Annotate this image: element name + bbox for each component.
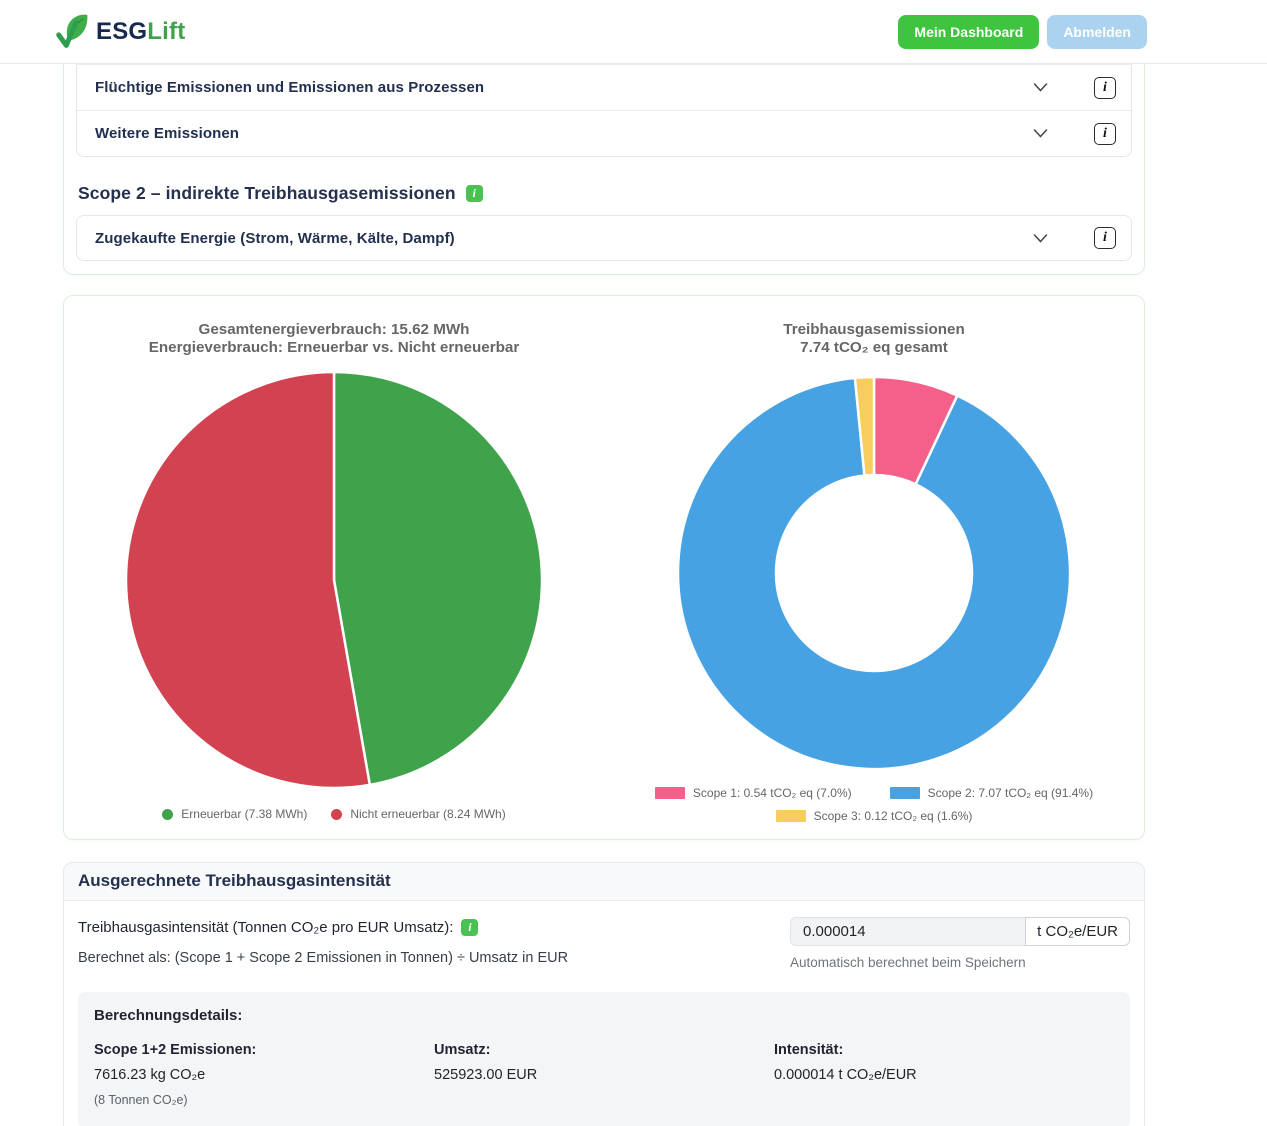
details-col-intensitaet: Intensität: 0.000014 t CO₂e/EUR bbox=[774, 1042, 1114, 1107]
details-title: Berechnungsdetails: bbox=[94, 1007, 1114, 1024]
legend-label: Scope 3: 0.12 tCO₂ eq (1.6%) bbox=[814, 809, 973, 823]
abmelden-button[interactable]: Abmelden bbox=[1047, 15, 1147, 49]
intensity-right: t CO₂e/EUR Automatisch berechnet beim Sp… bbox=[790, 917, 1130, 970]
legend-marker-pink bbox=[655, 787, 685, 799]
intensity-unit-addon: t CO₂e/EUR bbox=[1025, 917, 1130, 946]
info-icon[interactable]: i bbox=[1094, 227, 1116, 249]
accordion-label: Weitere Emissionen bbox=[95, 125, 1033, 142]
scope1-accordion-group: Flüchtige Emissionen und Emissionen aus … bbox=[76, 64, 1132, 157]
details-col-emissions: Scope 1+2 Emissionen: 7616.23 kg CO₂e (8… bbox=[94, 1042, 434, 1107]
legend-marker-red bbox=[331, 809, 342, 820]
intensity-value-input[interactable] bbox=[790, 917, 1025, 946]
intensity-auto-note: Automatisch berechnet beim Speichern bbox=[790, 955, 1130, 970]
scope2-heading-row: Scope 2 – indirekte Treibhausgasemission… bbox=[78, 183, 1130, 204]
chevron-down-icon bbox=[1033, 234, 1048, 243]
accordion-zugekaufte-energie[interactable]: Zugekaufte Energie (Strom, Wärme, Kälte,… bbox=[77, 216, 1131, 260]
intensity-label-row: Treibhausgasintensität (Tonnen CO₂e pro … bbox=[78, 919, 568, 936]
details-label: Intensität: bbox=[774, 1042, 1114, 1058]
header-buttons: Mein Dashboard Abmelden bbox=[898, 15, 1147, 49]
intensity-body: Treibhausgasintensität (Tonnen CO₂e pro … bbox=[64, 901, 1144, 1126]
intensity-left: Treibhausgasintensität (Tonnen CO₂e pro … bbox=[78, 917, 568, 966]
leaf-check-icon bbox=[52, 11, 94, 53]
info-badge-icon[interactable]: i bbox=[461, 919, 478, 936]
details-note: (8 Tonnen CO₂e) bbox=[94, 1093, 434, 1107]
legend-marker-green bbox=[162, 809, 173, 820]
details-value: 0.000014 t CO₂e/EUR bbox=[774, 1067, 1114, 1083]
legend-marker-blue bbox=[890, 787, 920, 799]
doughnut-legend: Scope 1: 0.54 tCO₂ eq (7.0%) Scope 2: 7.… bbox=[654, 786, 1094, 823]
chevron-down-icon bbox=[1033, 83, 1048, 92]
doughnut-chart-canvas bbox=[676, 375, 1072, 771]
info-badge-icon[interactable]: i bbox=[466, 185, 483, 202]
logo-text: ESGLift bbox=[96, 18, 185, 46]
accordion-fluechtige-emissionen[interactable]: Flüchtige Emissionen und Emissionen aus … bbox=[77, 64, 1131, 110]
pie-legend: Erneuerbar (7.38 MWh) Nicht erneuerbar (… bbox=[162, 807, 505, 821]
info-icon[interactable]: i bbox=[1094, 123, 1116, 145]
chevron-down-icon bbox=[1033, 129, 1048, 138]
legend-item-scope3[interactable]: Scope 3: 0.12 tCO₂ eq (1.6%) bbox=[776, 809, 973, 823]
accordion-weitere-emissionen[interactable]: Weitere Emissionen i bbox=[77, 110, 1131, 156]
legend-label: Erneuerbar (7.38 MWh) bbox=[181, 807, 307, 821]
details-label: Umsatz: bbox=[434, 1042, 774, 1058]
chart-title-line1: Treibhausgasemissionen bbox=[783, 321, 964, 339]
intensity-card: Ausgerechnete Treibhausgasintensität Tre… bbox=[63, 862, 1145, 1126]
ghg-doughnut-chart: Treibhausgasemissionen 7.74 tCO₂ eq gesa… bbox=[604, 321, 1144, 839]
scope-sections-card: Flüchtige Emissionen und Emissionen aus … bbox=[63, 64, 1145, 275]
app-header: ESGLift Mein Dashboard Abmelden bbox=[0, 0, 1267, 64]
legend-label: Scope 2: 7.07 tCO₂ eq (91.4%) bbox=[928, 786, 1093, 800]
legend-item-nicht-erneuerbar[interactable]: Nicht erneuerbar (8.24 MWh) bbox=[331, 807, 505, 821]
intensity-label: Treibhausgasintensität (Tonnen CO₂e pro … bbox=[78, 919, 453, 936]
legend-item-erneuerbar[interactable]: Erneuerbar (7.38 MWh) bbox=[162, 807, 307, 821]
calculation-details-box: Berechnungsdetails: Scope 1+2 Emissionen… bbox=[78, 992, 1130, 1126]
chart-title: Gesamtenergieverbrauch: 15.62 MWh Energi… bbox=[149, 321, 520, 357]
main-content: Flüchtige Emissionen und Emissionen aus … bbox=[63, 64, 1145, 1126]
accordion-label: Zugekaufte Energie (Strom, Wärme, Kälte,… bbox=[95, 230, 1033, 247]
legend-marker-yellow bbox=[776, 810, 806, 822]
charts-card: Gesamtenergieverbrauch: 15.62 MWh Energi… bbox=[63, 295, 1145, 840]
details-col-umsatz: Umsatz: 525923.00 EUR bbox=[434, 1042, 774, 1107]
details-value: 7616.23 kg CO₂e bbox=[94, 1067, 434, 1083]
esglift-logo: ESGLift bbox=[52, 11, 185, 53]
legend-item-scope1[interactable]: Scope 1: 0.54 tCO₂ eq (7.0%) bbox=[655, 786, 852, 800]
intensity-row: Treibhausgasintensität (Tonnen CO₂e pro … bbox=[78, 917, 1130, 970]
logo-text-esg: ESG bbox=[96, 18, 147, 45]
accordion-label: Flüchtige Emissionen und Emissionen aus … bbox=[95, 79, 1033, 96]
intensity-section-title: Ausgerechnete Treibhausgasintensität bbox=[64, 863, 1144, 901]
chart-title-line1: Gesamtenergieverbrauch: 15.62 MWh bbox=[149, 321, 520, 339]
pie-chart-canvas bbox=[124, 370, 544, 790]
logo-text-lift: Lift bbox=[147, 18, 185, 45]
chart-title: Treibhausgasemissionen 7.74 tCO₂ eq gesa… bbox=[783, 321, 964, 357]
legend-item-scope2[interactable]: Scope 2: 7.07 tCO₂ eq (91.4%) bbox=[890, 786, 1093, 800]
intensity-input-group: t CO₂e/EUR bbox=[790, 917, 1130, 946]
scope2-heading: Scope 2 – indirekte Treibhausgasemission… bbox=[78, 183, 456, 204]
legend-label: Scope 1: 0.54 tCO₂ eq (7.0%) bbox=[693, 786, 852, 800]
energy-pie-chart: Gesamtenergieverbrauch: 15.62 MWh Energi… bbox=[64, 321, 604, 839]
info-icon[interactable]: i bbox=[1094, 77, 1116, 99]
legend-label: Nicht erneuerbar (8.24 MWh) bbox=[350, 807, 505, 821]
chart-title-line2: 7.74 tCO₂ eq gesamt bbox=[783, 339, 964, 357]
chart-title-line2: Energieverbrauch: Erneuerbar vs. Nicht e… bbox=[149, 339, 520, 357]
scope2-accordion-group: Zugekaufte Energie (Strom, Wärme, Kälte,… bbox=[76, 215, 1132, 261]
intensity-formula: Berechnet als: (Scope 1 + Scope 2 Emissi… bbox=[78, 950, 568, 966]
details-grid: Scope 1+2 Emissionen: 7616.23 kg CO₂e (8… bbox=[94, 1042, 1114, 1107]
details-value: 525923.00 EUR bbox=[434, 1067, 774, 1083]
details-label: Scope 1+2 Emissionen: bbox=[94, 1042, 434, 1058]
mein-dashboard-button[interactable]: Mein Dashboard bbox=[898, 15, 1039, 49]
